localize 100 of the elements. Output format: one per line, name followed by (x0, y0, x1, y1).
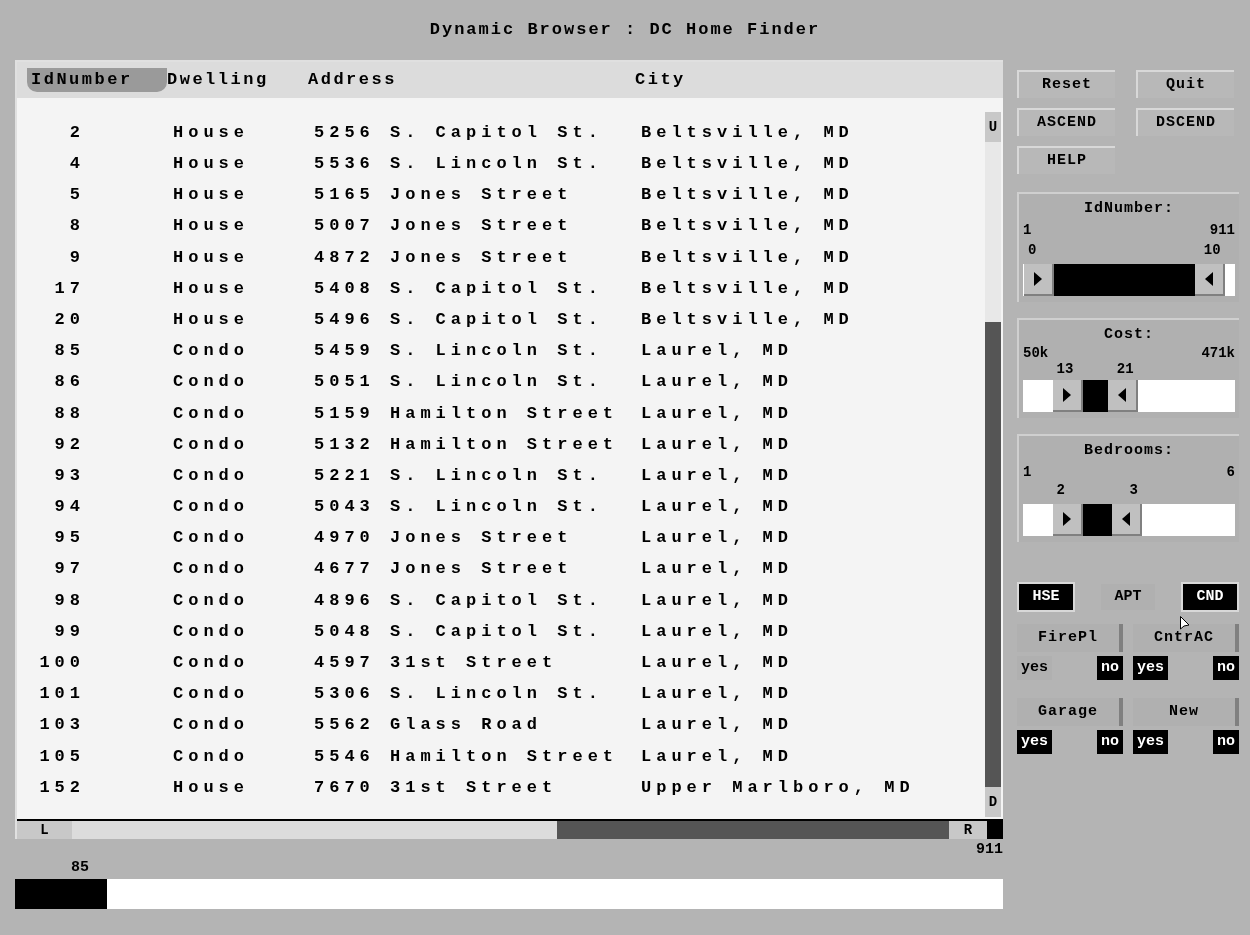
table-cell-text: 20 (53, 308, 85, 331)
slider-min: 50k (1023, 346, 1049, 360)
handle-reading: 2 (1056, 483, 1065, 498)
table-cell-text: House (173, 246, 250, 269)
table-cell-text: House (173, 184, 250, 207)
table-cell-text: 93 (53, 464, 85, 487)
feature-option[interactable]: no (1097, 730, 1123, 754)
slider-handle[interactable] (1023, 264, 1054, 296)
table-cell-text: 4970 Jones Street (314, 527, 574, 550)
table-cell-text: 101 (38, 683, 85, 706)
table-cell-text: 5007 Jones Street (314, 215, 574, 238)
table-cell-text: 5459 S. Lincoln St. (314, 340, 604, 363)
table-cell-text: 100 (38, 652, 85, 675)
table-cell-text: Beltsville, MD (641, 246, 854, 269)
table-cell-text: 5132 Hamilton Street (314, 433, 620, 456)
right-arrow-icon (1033, 272, 1042, 286)
table-cell-text: Condo (173, 527, 250, 550)
table-cell-text: Upper Marlboro, MD (641, 776, 915, 799)
slider-label: Bedrooms: (1084, 442, 1174, 460)
dwelling-toggle[interactable]: HSE (1017, 582, 1075, 612)
table-cell-text: 5159 Hamilton Street (314, 402, 620, 425)
column-header[interactable]: Address (308, 68, 635, 92)
table-cell-text: 4872 Jones Street (314, 246, 574, 269)
table-cell-text: 5536 S. Lincoln St. (314, 153, 604, 176)
table-cell-text: Condo (173, 652, 250, 675)
table-cell-text: 4896 S. Capitol St. (314, 589, 604, 612)
table-cell-text: Condo (173, 620, 250, 643)
table-cell-text: 86 (53, 371, 85, 394)
command-button[interactable]: Reset (1017, 70, 1115, 98)
table-cell-text: 5165 Jones Street (314, 184, 574, 207)
table-cell-text: 17 (53, 277, 85, 300)
table-cell-text: 5 (68, 184, 85, 207)
table-cell-text: Condo (173, 558, 250, 581)
column-header[interactable]: City (635, 68, 1003, 92)
table-cell-text: 5546 Hamilton Street (314, 745, 620, 768)
column-header[interactable]: IdNumber (27, 68, 167, 92)
command-button[interactable]: Quit (1136, 70, 1234, 98)
slider-handle[interactable] (1107, 380, 1138, 412)
table-cell-text: Beltsville, MD (641, 308, 854, 331)
table-cell-text: 88 (53, 402, 85, 425)
feature-option[interactable]: no (1097, 656, 1123, 680)
table-cell-text: 98 (53, 589, 85, 612)
slider-max: 911 (1209, 223, 1235, 238)
feature-label: FirePl (1017, 624, 1123, 652)
feature-option[interactable]: yes (1133, 656, 1168, 680)
slider-max: 6 (1226, 464, 1235, 479)
slider-max: 471k (1201, 346, 1235, 360)
handle-reading: 13 (1056, 362, 1074, 376)
command-button[interactable]: DSCEND (1136, 108, 1234, 136)
table-cell-text: Condo (173, 683, 250, 706)
table-cell-text: 5562 Glass Road (314, 714, 544, 737)
slider-range (1082, 503, 1112, 536)
feature-option[interactable]: no (1213, 730, 1239, 754)
table-cell-text: Laurel, MD (641, 464, 794, 487)
horizontal-scrollbar[interactable]: L R (17, 819, 1003, 839)
slider-label: Cost: (1104, 326, 1154, 344)
slider-handle[interactable] (1052, 380, 1083, 412)
command-button[interactable]: HELP (1017, 146, 1115, 174)
column-header[interactable]: Dwelling (167, 68, 308, 92)
table-cell-text: 4677 Jones Street (314, 558, 574, 581)
feature-option[interactable]: yes (1133, 730, 1168, 754)
table-cell-text: Condo (173, 371, 250, 394)
left-arrow-icon (1121, 511, 1130, 526)
table-cell-text: Condo (173, 745, 250, 768)
vertical-scrollbar[interactable]: U D (985, 112, 1001, 817)
position-reading: 85 (71, 859, 90, 877)
table-cell-text: Laurel, MD (641, 714, 794, 737)
feature-option[interactable]: yes (1017, 730, 1052, 754)
table-cell-text: Condo (173, 402, 250, 425)
feature-label: New (1133, 698, 1239, 726)
scroll-left-button[interactable]: L (17, 821, 72, 839)
slider-label: IdNumber: (1084, 200, 1174, 218)
table-cell-text: Laurel, MD (641, 527, 794, 550)
dwelling-toggle[interactable]: APT (1099, 582, 1157, 612)
table-cell-text: 8 (68, 215, 85, 238)
feature-option[interactable]: no (1213, 656, 1239, 680)
table-cell-text: House (173, 215, 250, 238)
scroll-thumb[interactable] (72, 821, 557, 839)
scroll-corner (987, 821, 1003, 839)
table-cell-text: 9 (68, 246, 85, 269)
table-cell-text: House (173, 776, 250, 799)
feature-option[interactable]: yes (1017, 656, 1052, 680)
mouse-pointer-icon (1180, 616, 1190, 630)
scroll-up-button[interactable]: U (985, 112, 1001, 142)
dwelling-toggle[interactable]: CND (1181, 582, 1239, 612)
slider-min: 1 (1023, 223, 1032, 238)
left-arrow-icon (1204, 272, 1213, 286)
table-cell-text: 5043 S. Lincoln St. (314, 496, 604, 519)
scroll-thumb[interactable] (985, 142, 1001, 322)
scroll-right-button[interactable]: R (949, 821, 987, 839)
table-cell-text: 99 (53, 620, 85, 643)
scroll-down-button[interactable]: D (985, 787, 1001, 817)
table-cell-text: Laurel, MD (641, 620, 794, 643)
table-cell-text: 92 (53, 433, 85, 456)
slider-handle[interactable] (1111, 503, 1142, 536)
slider-handle[interactable] (1194, 264, 1225, 296)
table-cell-text: Laurel, MD (641, 402, 794, 425)
table-cell-text: 152 (38, 776, 85, 799)
slider-handle[interactable] (1052, 503, 1083, 536)
command-button[interactable]: ASCEND (1017, 108, 1115, 136)
